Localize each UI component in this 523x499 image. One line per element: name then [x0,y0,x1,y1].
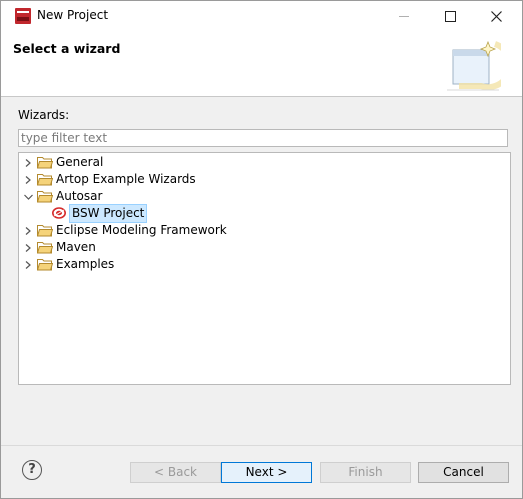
folder-open-icon [37,191,53,203]
maximize-button[interactable] [427,1,473,32]
minimize-icon [399,16,409,17]
maximize-icon [444,11,456,22]
folder-icon [37,259,53,271]
chevron-right-icon[interactable] [23,239,33,256]
new-wizard-banner-icon [447,40,501,91]
page-title: Select a wizard [13,41,121,56]
chevron-down-icon[interactable] [23,188,33,205]
folder-icon [37,225,53,237]
tree-item-label: Examples [56,257,115,271]
tree-item-label: Autosar [56,189,103,203]
folder-icon [37,157,53,169]
minimize-button[interactable] [381,1,427,32]
tree-item-label: Eclipse Modeling Framework [56,223,227,237]
chevron-right-icon[interactable] [23,222,33,239]
filter-input[interactable] [18,129,508,147]
footer-separator [1,445,522,446]
finish-button[interactable]: Finish [320,462,411,483]
folder-icon [37,174,53,186]
wizards-label: Wizards: [18,108,70,122]
close-icon [490,11,502,22]
title-bar[interactable]: New Project [1,1,522,32]
new-project-dialog: New Project Select a wizard Wizards: Gen… [0,0,523,499]
tree-item-label: General [56,155,104,169]
cancel-button[interactable]: Cancel [418,462,509,483]
wizard-tree[interactable]: General Artop Example Wizards Autosar BS… [18,152,511,385]
chevron-right-icon[interactable] [23,256,33,273]
next-button[interactable]: Next > [221,462,312,483]
help-button[interactable]: ? [22,460,42,480]
close-button[interactable] [473,1,519,32]
bsw-project-icon [52,207,66,219]
chevron-right-icon[interactable] [23,154,33,171]
app-icon [15,8,31,24]
chevron-right-icon[interactable] [23,171,33,188]
tree-item-label: Maven [56,240,96,254]
back-button[interactable]: < Back [130,462,221,483]
wizard-banner: Select a wizard [1,32,522,97]
tree-item-label: BSW Project [69,204,148,223]
window-title: New Project [37,8,109,22]
tree-item-label: Artop Example Wizards [56,172,196,186]
folder-icon [37,242,53,254]
